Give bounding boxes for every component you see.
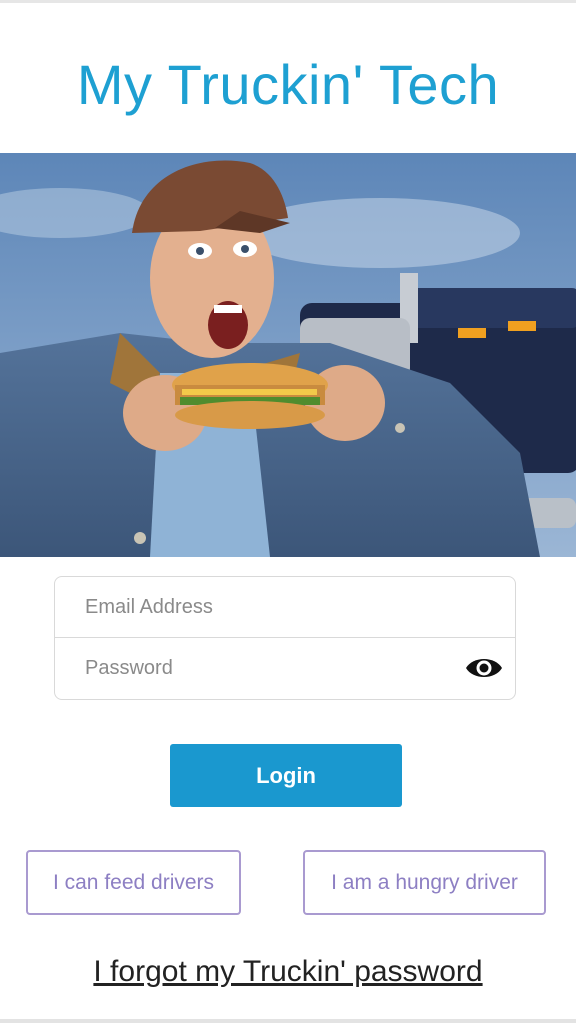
forgot-password-link[interactable]: I forgot my Truckin' password <box>0 952 576 992</box>
hero-image <box>0 153 576 557</box>
hungry-driver-button[interactable]: I am a hungry driver <box>303 850 546 915</box>
top-divider <box>0 0 576 3</box>
login-button[interactable]: Login <box>170 744 402 807</box>
password-field-container <box>55 638 515 699</box>
bottom-divider <box>0 1019 576 1023</box>
email-field[interactable] <box>85 577 445 638</box>
feed-drivers-button[interactable]: I can feed drivers <box>26 850 241 915</box>
password-field[interactable] <box>85 638 445 699</box>
app-title: My Truckin' Tech <box>76 53 500 116</box>
login-card <box>54 576 516 700</box>
eye-icon[interactable] <box>465 652 503 684</box>
email-field-container <box>55 577 515 638</box>
